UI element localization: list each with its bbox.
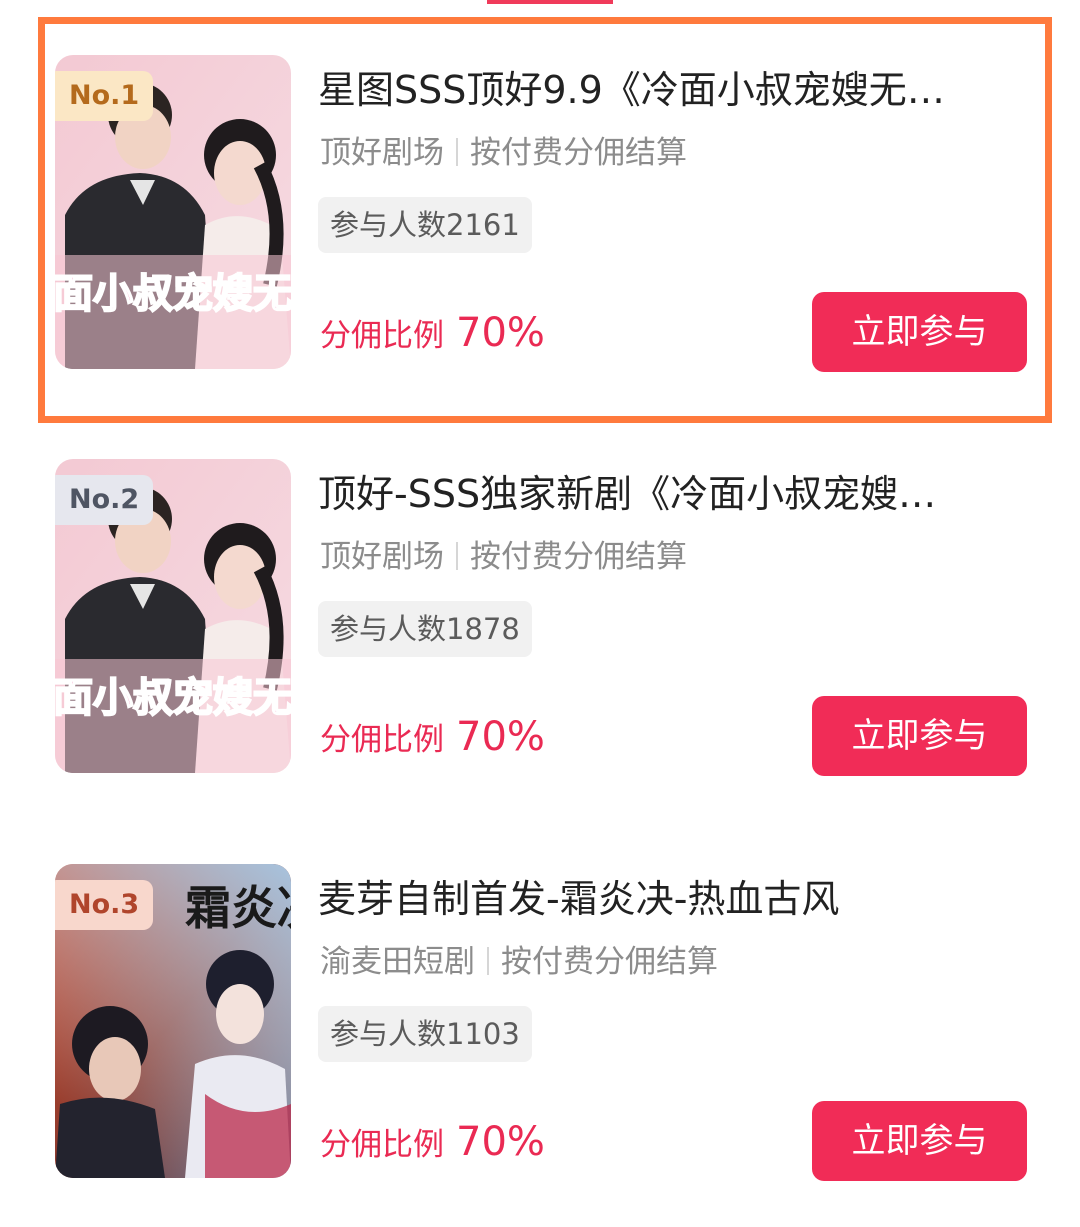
cover-title-text: 冷面小叔宠嫂无度	[55, 271, 291, 317]
drama-meta: 顶好剧场 按付费分佣结算	[320, 537, 687, 577]
drama-source: 顶好剧场	[320, 135, 444, 171]
commission-label: 分佣比例	[320, 1127, 444, 1163]
participants-badge: 参与人数1103	[318, 1006, 532, 1062]
drama-cover-image[interactable]: 冷面小叔宠嫂无度 No.2	[55, 459, 291, 773]
list-item[interactable]: 冷面小叔宠嫂无度 No.2 顶好-SSS独家新剧《冷面小叔宠嫂无度》 顶好剧场按…	[0, 459, 1080, 789]
drama-cover-image[interactable]: 霜炎决 No.3	[55, 864, 291, 1178]
meta-divider	[456, 138, 458, 166]
settlement-type: 按付费分佣结算	[470, 135, 687, 171]
settlement-type: 按付费分佣结算	[501, 944, 718, 980]
cover-title-text: 霜炎决	[185, 881, 291, 935]
commission-value: 70%	[456, 714, 545, 760]
active-tab-indicator	[487, 0, 613, 4]
cover-title-text: 冷面小叔宠嫂无度	[55, 675, 291, 721]
drama-title[interactable]: 顶好-SSS独家新剧《冷面小叔宠嫂无度》	[318, 469, 958, 519]
commission-label: 分佣比例	[320, 722, 444, 758]
commission-value: 70%	[456, 1119, 545, 1165]
drama-title[interactable]: 麦芽自制首发-霜炎决-热血古风	[318, 874, 958, 924]
drama-source: 顶好剧场	[320, 539, 444, 575]
join-button[interactable]: 立即参与	[812, 292, 1027, 372]
drama-source: 渝麦田短剧	[320, 944, 475, 980]
meta-divider	[456, 542, 458, 570]
drama-meta: 顶好剧场 按付费分佣结算	[320, 133, 687, 173]
commission-rate: 分佣比例 70%	[320, 714, 545, 760]
list-item[interactable]: 冷面小叔宠嫂无度 No.1 星图SSS顶好9.9《冷面小叔宠嫂无度》 顶好剧场按…	[0, 55, 1080, 385]
commission-label: 分佣比例	[320, 318, 444, 354]
meta-divider	[487, 947, 489, 975]
drama-meta: 渝麦田短剧 按付费分佣结算	[320, 942, 718, 982]
list-item[interactable]: 霜炎决 No.3 麦芽自制首发-霜炎决-热血古风 渝麦田短剧按付费分佣结算 参与…	[0, 864, 1080, 1194]
join-button[interactable]: 立即参与	[812, 1101, 1027, 1181]
drama-cover-image[interactable]: 冷面小叔宠嫂无度 No.1	[55, 55, 291, 369]
participants-badge: 参与人数1878	[318, 601, 532, 657]
join-button[interactable]: 立即参与	[812, 696, 1027, 776]
commission-rate: 分佣比例 70%	[320, 310, 545, 356]
rank-badge: No.2	[55, 475, 154, 525]
drama-promotion-list-page: 冷面小叔宠嫂无度 No.1 星图SSS顶好9.9《冷面小叔宠嫂无度》 顶好剧场按…	[0, 0, 1080, 1227]
rank-badge: No.1	[55, 71, 154, 121]
commission-value: 70%	[456, 310, 545, 356]
rank-badge: No.3	[55, 880, 154, 930]
settlement-type: 按付费分佣结算	[470, 539, 687, 575]
drama-title[interactable]: 星图SSS顶好9.9《冷面小叔宠嫂无度》	[318, 65, 958, 115]
commission-rate: 分佣比例 70%	[320, 1119, 545, 1165]
participants-badge: 参与人数2161	[318, 197, 532, 253]
